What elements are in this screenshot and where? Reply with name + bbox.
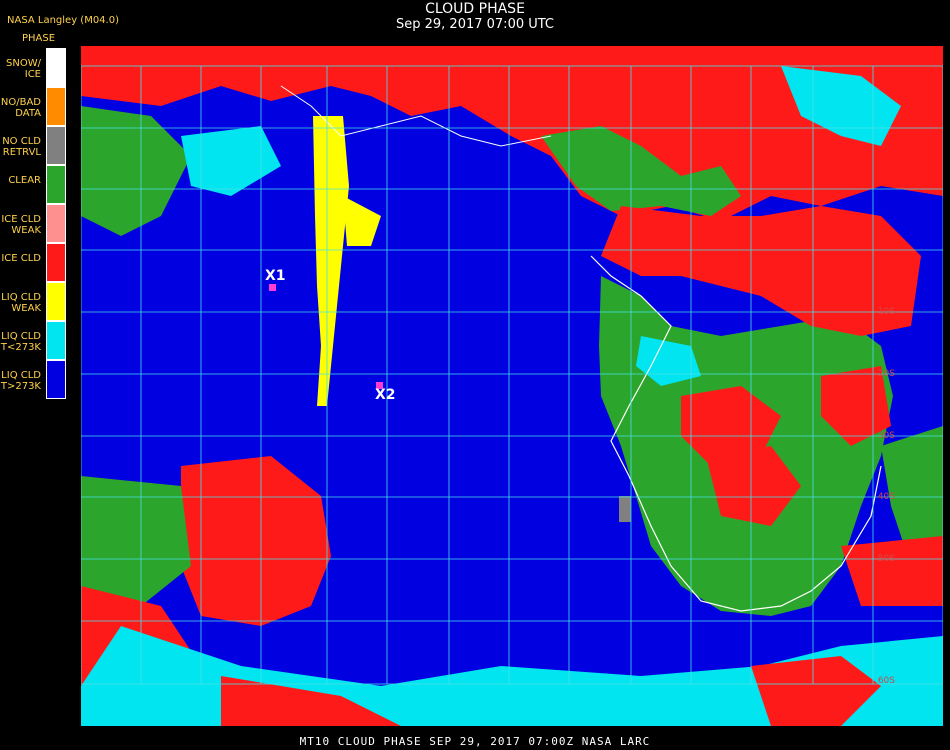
lat-label: 50S xyxy=(877,554,895,564)
legend-item-label: ICE CLD xyxy=(1,253,41,264)
legend-item-label: NO/BAD DATA xyxy=(0,97,41,119)
credit-label: NASA Langley (M04.0) xyxy=(7,15,119,26)
legend-title: PHASE xyxy=(22,33,56,44)
lat-label: 30S xyxy=(877,431,895,441)
lat-label: 10S xyxy=(877,307,895,317)
legend-item-label: ICE CLD WEAK xyxy=(1,214,41,236)
legend-item: LIQ CLD T<273K xyxy=(0,321,66,360)
legend-swatch xyxy=(46,126,66,165)
legend-swatch xyxy=(46,282,66,321)
legend-item: LIQ CLD WEAK xyxy=(0,282,66,321)
no-retrieval-patch xyxy=(619,496,631,522)
legend-swatch xyxy=(46,321,66,360)
marker-x2-label: X2 xyxy=(375,387,396,403)
lat-label: 40S xyxy=(877,492,895,502)
legend-item: ICE CLD WEAK xyxy=(0,204,66,243)
lat-label: 20S xyxy=(877,369,895,379)
cloud-phase-map[interactable]: 10S 20S 30S 40S 50S 60S X1 X2 xyxy=(81,46,943,726)
footer-caption: MT10 CLOUD PHASE SEP 29, 2017 07:00Z NAS… xyxy=(299,735,651,748)
legend-swatch xyxy=(46,360,66,399)
map-title: CLOUD PHASE xyxy=(425,1,525,17)
map-subtitle: Sep 29, 2017 07:00 UTC xyxy=(395,17,555,32)
legend-swatch xyxy=(46,87,66,126)
legend-item: NO/BAD DATA xyxy=(0,87,66,126)
legend-item-label: SNOW/ ICE xyxy=(6,58,41,80)
legend-item: ICE CLD xyxy=(0,243,66,282)
legend-swatch xyxy=(46,243,66,282)
legend-item-label: LIQ CLD WEAK xyxy=(1,292,41,314)
legend-item-label: CLEAR xyxy=(8,175,41,186)
legend-item: SNOW/ ICE xyxy=(0,48,66,87)
legend-item: CLEAR xyxy=(0,165,66,204)
legend-item-label: NO CLD RETRVL xyxy=(2,136,41,158)
legend-swatch xyxy=(46,204,66,243)
legend-item: LIQ CLD T>273K xyxy=(0,360,66,399)
legend-item: NO CLD RETRVL xyxy=(0,126,66,165)
map-canvas xyxy=(81,46,943,726)
legend-item-label: LIQ CLD T>273K xyxy=(0,370,41,392)
legend-swatch xyxy=(46,165,66,204)
marker-x1[interactable] xyxy=(269,284,276,291)
legend-item-label: LIQ CLD T<273K xyxy=(0,331,41,353)
lat-label: 60S xyxy=(877,676,895,686)
phase-legend: SNOW/ ICE NO/BAD DATA NO CLD RETRVL CLEA… xyxy=(0,48,66,399)
marker-x1-label: X1 xyxy=(265,268,286,284)
legend-swatch xyxy=(46,48,66,87)
